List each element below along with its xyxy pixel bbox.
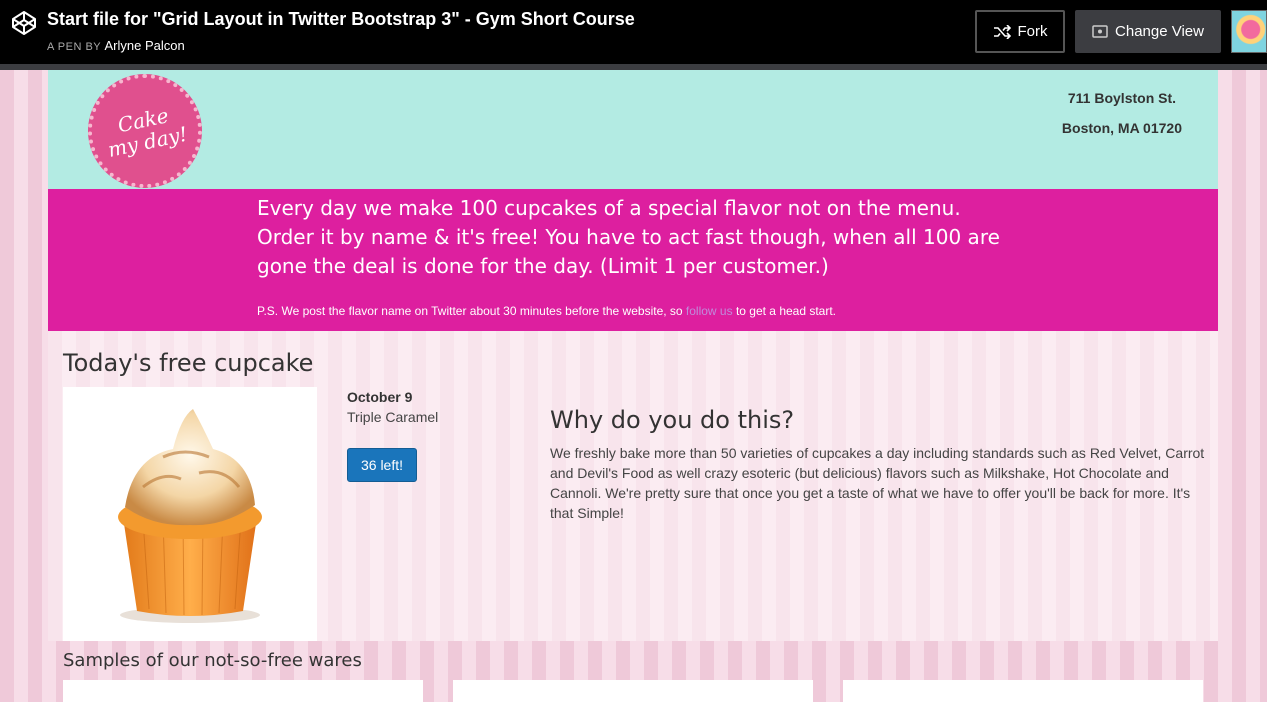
- cupcake-image: [63, 387, 317, 641]
- why-heading: Why do you do this?: [550, 406, 795, 434]
- promo-note: P.S. We post the flavor name on Twitter …: [257, 304, 836, 318]
- why-paragraph: We freshly bake more than 50 varieties o…: [550, 445, 1205, 521]
- remaining-count-button[interactable]: 36 left!: [347, 448, 417, 482]
- fork-icon: [993, 24, 1011, 39]
- todays-cupcake-title: Today's free cupcake: [63, 349, 314, 377]
- promo-banner: Every day we make 100 cupcakes of a spec…: [48, 189, 1218, 331]
- promo-text: Every day we make 100 cupcakes of a spec…: [257, 196, 1000, 278]
- change-view-label: Change View: [1115, 23, 1204, 40]
- todays-cupcake-section: Today's free cupcake October 9 Triple Ca…: [48, 331, 1218, 641]
- cupcake-date: October 9: [347, 389, 413, 405]
- address-block: 711 Boylston St. Boston, MA 01720: [1062, 90, 1182, 150]
- fork-label: Fork: [1017, 23, 1048, 40]
- cupcake-illustration: [118, 409, 262, 623]
- eye-window-icon: [1092, 25, 1108, 38]
- pen-title: Start file for "Grid Layout in Twitter B…: [47, 9, 635, 29]
- address-city: Boston, MA 01720: [1061, 120, 1182, 136]
- author-link[interactable]: Arlyne Palcon: [105, 38, 185, 53]
- samples-heading: Samples of our not-so-free wares: [63, 650, 362, 671]
- fork-button[interactable]: Fork: [975, 10, 1065, 53]
- logo-text: Cake my day!: [101, 101, 189, 162]
- hero-banner: Cake my day! 711 Boylston St. Boston, MA…: [48, 70, 1218, 189]
- pen-byline: A PEN BY Arlyne Palcon: [47, 38, 185, 53]
- codepen-header: Start file for "Grid Layout in Twitter B…: [0, 0, 1267, 64]
- follow-us-link[interactable]: follow us: [686, 304, 733, 318]
- cake-my-day-logo[interactable]: Cake my day!: [88, 74, 202, 188]
- cupcake-flavor: Triple Caramel: [347, 409, 439, 425]
- sample-card[interactable]: [453, 680, 813, 702]
- address-street: 711 Boylston St.: [1067, 90, 1177, 106]
- promo-note-prefix: P.S. We post the flavor name on Twitter …: [257, 304, 683, 318]
- byline-prefix: A PEN BY: [47, 41, 101, 53]
- user-avatar[interactable]: [1231, 10, 1267, 53]
- codepen-logo-icon[interactable]: [11, 10, 37, 36]
- promo-note-suffix: to get a head start.: [735, 304, 837, 318]
- sample-card[interactable]: [843, 680, 1203, 702]
- sample-card[interactable]: [63, 680, 423, 702]
- page-container: Cake my day! 711 Boylston St. Boston, MA…: [48, 70, 1218, 641]
- change-view-button[interactable]: Change View: [1075, 10, 1221, 53]
